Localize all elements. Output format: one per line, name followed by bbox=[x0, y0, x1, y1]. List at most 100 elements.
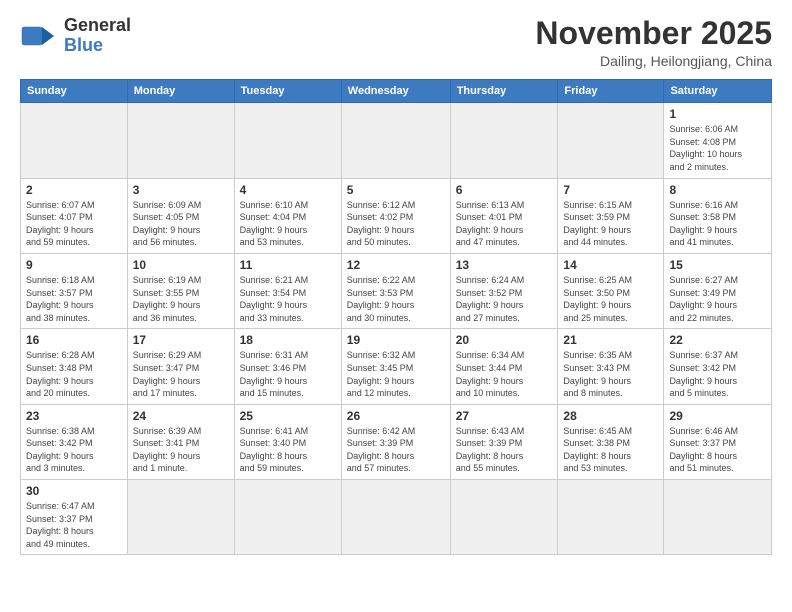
calendar-cell bbox=[341, 103, 450, 178]
calendar-cell: 9Sunrise: 6:18 AM Sunset: 3:57 PM Daylig… bbox=[21, 253, 128, 328]
calendar-cell: 17 Sunrise: 6:29 AM Sunset: 3:47 PM Dayli… bbox=[127, 329, 234, 404]
day-number: 15 bbox=[669, 258, 766, 272]
calendar-cell: 16Sunrise: 6:28 AM Sunset: 3:48 PM Dayli… bbox=[21, 329, 128, 404]
day-number: 12 bbox=[347, 258, 445, 272]
calendar-week-row: 30 Sunrise: 6:47 AM Sunset: 3:37 PM Dayli… bbox=[21, 480, 772, 555]
day-number: 11 bbox=[240, 258, 336, 272]
weekday-header-monday: Monday bbox=[127, 80, 234, 103]
month-title: November 2025 bbox=[535, 16, 772, 51]
calendar-cell: 11Sunrise: 6:21 AM Sunset: 3:54 PM Dayli… bbox=[234, 253, 341, 328]
day-info: Sunrise: 6:18 AM Sunset: 3:57 PM Dayligh… bbox=[26, 274, 122, 324]
day-info: Sunrise: 6:45 AM Sunset: 3:38 PM Dayligh… bbox=[563, 425, 658, 475]
day-number: 14 bbox=[563, 258, 658, 272]
calendar-cell: 21Sunrise: 6:35 AM Sunset: 3:43 PM Dayli… bbox=[558, 329, 664, 404]
calendar-cell: 10 Sunrise: 6:19 AM Sunset: 3:55 PM Dayli… bbox=[127, 253, 234, 328]
day-info: Sunrise: 6:27 AM Sunset: 3:49 PM Dayligh… bbox=[669, 274, 766, 324]
calendar-cell: 28 Sunrise: 6:45 AM Sunset: 3:38 PM Dayli… bbox=[558, 404, 664, 479]
calendar-cell: 19 Sunrise: 6:32 AM Sunset: 3:45 PM Dayli… bbox=[341, 329, 450, 404]
day-info: Sunrise: 6:24 AM Sunset: 3:52 PM Dayligh… bbox=[456, 274, 553, 324]
day-info: Sunrise: 6:16 AM Sunset: 3:58 PM Dayligh… bbox=[669, 199, 766, 249]
weekday-header-tuesday: Tuesday bbox=[234, 80, 341, 103]
day-info: Sunrise: 6:39 AM Sunset: 3:41 PM Dayligh… bbox=[133, 425, 229, 475]
calendar-cell bbox=[450, 103, 558, 178]
calendar-cell: 4 Sunrise: 6:10 AM Sunset: 4:04 PM Daylig… bbox=[234, 178, 341, 253]
day-info: Sunrise: 6:22 AM Sunset: 3:53 PM Dayligh… bbox=[347, 274, 445, 324]
day-number: 2 bbox=[26, 183, 122, 197]
day-info: Sunrise: 6:31 AM Sunset: 3:46 PM Dayligh… bbox=[240, 349, 336, 399]
calendar-week-row: 2 Sunrise: 6:07 AM Sunset: 4:07 PM Daylig… bbox=[21, 178, 772, 253]
day-info: Sunrise: 6:06 AM Sunset: 4:08 PM Dayligh… bbox=[669, 123, 766, 173]
day-number: 23 bbox=[26, 409, 122, 423]
day-number: 19 bbox=[347, 333, 445, 347]
calendar-cell: 23 Sunrise: 6:38 AM Sunset: 3:42 PM Dayli… bbox=[21, 404, 128, 479]
logo-text: General Blue bbox=[64, 16, 131, 56]
day-number: 22 bbox=[669, 333, 766, 347]
day-info: Sunrise: 6:32 AM Sunset: 3:45 PM Dayligh… bbox=[347, 349, 445, 399]
calendar-cell: 15 Sunrise: 6:27 AM Sunset: 3:49 PM Dayli… bbox=[664, 253, 772, 328]
day-number: 18 bbox=[240, 333, 336, 347]
day-info: Sunrise: 6:15 AM Sunset: 3:59 PM Dayligh… bbox=[563, 199, 658, 249]
calendar-cell bbox=[450, 480, 558, 555]
day-info: Sunrise: 6:19 AM Sunset: 3:55 PM Dayligh… bbox=[133, 274, 229, 324]
calendar-cell: 29 Sunrise: 6:46 AM Sunset: 3:37 PM Dayli… bbox=[664, 404, 772, 479]
location: Dailing, Heilongjiang, China bbox=[535, 53, 772, 69]
day-number: 3 bbox=[133, 183, 229, 197]
day-info: Sunrise: 6:10 AM Sunset: 4:04 PM Dayligh… bbox=[240, 199, 336, 249]
weekday-header-thursday: Thursday bbox=[450, 80, 558, 103]
calendar-week-row: 9Sunrise: 6:18 AM Sunset: 3:57 PM Daylig… bbox=[21, 253, 772, 328]
day-info: Sunrise: 6:34 AM Sunset: 3:44 PM Dayligh… bbox=[456, 349, 553, 399]
calendar-cell bbox=[127, 480, 234, 555]
day-number: 1 bbox=[669, 107, 766, 121]
calendar-cell bbox=[558, 480, 664, 555]
day-number: 4 bbox=[240, 183, 336, 197]
calendar-cell: 8 Sunrise: 6:16 AM Sunset: 3:58 PM Daylig… bbox=[664, 178, 772, 253]
day-number: 8 bbox=[669, 183, 766, 197]
day-info: Sunrise: 6:38 AM Sunset: 3:42 PM Dayligh… bbox=[26, 425, 122, 475]
day-number: 7 bbox=[563, 183, 658, 197]
calendar-cell: 30 Sunrise: 6:47 AM Sunset: 3:37 PM Dayli… bbox=[21, 480, 128, 555]
day-info: Sunrise: 6:13 AM Sunset: 4:01 PM Dayligh… bbox=[456, 199, 553, 249]
calendar-cell: 18 Sunrise: 6:31 AM Sunset: 3:46 PM Dayli… bbox=[234, 329, 341, 404]
day-number: 27 bbox=[456, 409, 553, 423]
day-number: 30 bbox=[26, 484, 122, 498]
calendar-cell: 5Sunrise: 6:12 AM Sunset: 4:02 PM Daylig… bbox=[341, 178, 450, 253]
calendar-cell bbox=[234, 480, 341, 555]
calendar-cell bbox=[21, 103, 128, 178]
weekday-header-friday: Friday bbox=[558, 80, 664, 103]
weekday-header-wednesday: Wednesday bbox=[341, 80, 450, 103]
calendar-cell bbox=[664, 480, 772, 555]
title-block: November 2025 Dailing, Heilongjiang, Chi… bbox=[535, 16, 772, 69]
day-info: Sunrise: 6:46 AM Sunset: 3:37 PM Dayligh… bbox=[669, 425, 766, 475]
generalblue-logo-icon bbox=[20, 17, 58, 55]
calendar-cell: 26Sunrise: 6:42 AM Sunset: 3:39 PM Dayli… bbox=[341, 404, 450, 479]
calendar-body: 1 Sunrise: 6:06 AM Sunset: 4:08 PM Daylig… bbox=[21, 103, 772, 555]
day-number: 29 bbox=[669, 409, 766, 423]
day-info: Sunrise: 6:42 AM Sunset: 3:39 PM Dayligh… bbox=[347, 425, 445, 475]
day-number: 25 bbox=[240, 409, 336, 423]
calendar-cell bbox=[558, 103, 664, 178]
calendar-header: SundayMondayTuesdayWednesdayThursdayFrid… bbox=[21, 80, 772, 103]
day-info: Sunrise: 6:47 AM Sunset: 3:37 PM Dayligh… bbox=[26, 500, 122, 550]
calendar-cell: 13 Sunrise: 6:24 AM Sunset: 3:52 PM Dayli… bbox=[450, 253, 558, 328]
calendar-cell: 3 Sunrise: 6:09 AM Sunset: 4:05 PM Daylig… bbox=[127, 178, 234, 253]
page: General Blue November 2025 Dailing, Heil… bbox=[0, 0, 792, 612]
weekday-header-saturday: Saturday bbox=[664, 80, 772, 103]
calendar-cell bbox=[234, 103, 341, 178]
day-info: Sunrise: 6:09 AM Sunset: 4:05 PM Dayligh… bbox=[133, 199, 229, 249]
day-number: 13 bbox=[456, 258, 553, 272]
calendar-week-row: 16Sunrise: 6:28 AM Sunset: 3:48 PM Dayli… bbox=[21, 329, 772, 404]
header: General Blue November 2025 Dailing, Heil… bbox=[20, 16, 772, 69]
day-number: 5 bbox=[347, 183, 445, 197]
day-number: 17 bbox=[133, 333, 229, 347]
day-number: 10 bbox=[133, 258, 229, 272]
calendar-cell: 22Sunrise: 6:37 AM Sunset: 3:42 PM Dayli… bbox=[664, 329, 772, 404]
day-info: Sunrise: 6:25 AM Sunset: 3:50 PM Dayligh… bbox=[563, 274, 658, 324]
calendar-cell: 25Sunrise: 6:41 AM Sunset: 3:40 PM Dayli… bbox=[234, 404, 341, 479]
day-number: 28 bbox=[563, 409, 658, 423]
day-info: Sunrise: 6:29 AM Sunset: 3:47 PM Dayligh… bbox=[133, 349, 229, 399]
day-info: Sunrise: 6:28 AM Sunset: 3:48 PM Dayligh… bbox=[26, 349, 122, 399]
calendar-cell: 2 Sunrise: 6:07 AM Sunset: 4:07 PM Daylig… bbox=[21, 178, 128, 253]
day-info: Sunrise: 6:07 AM Sunset: 4:07 PM Dayligh… bbox=[26, 199, 122, 249]
day-number: 20 bbox=[456, 333, 553, 347]
day-info: Sunrise: 6:43 AM Sunset: 3:39 PM Dayligh… bbox=[456, 425, 553, 475]
